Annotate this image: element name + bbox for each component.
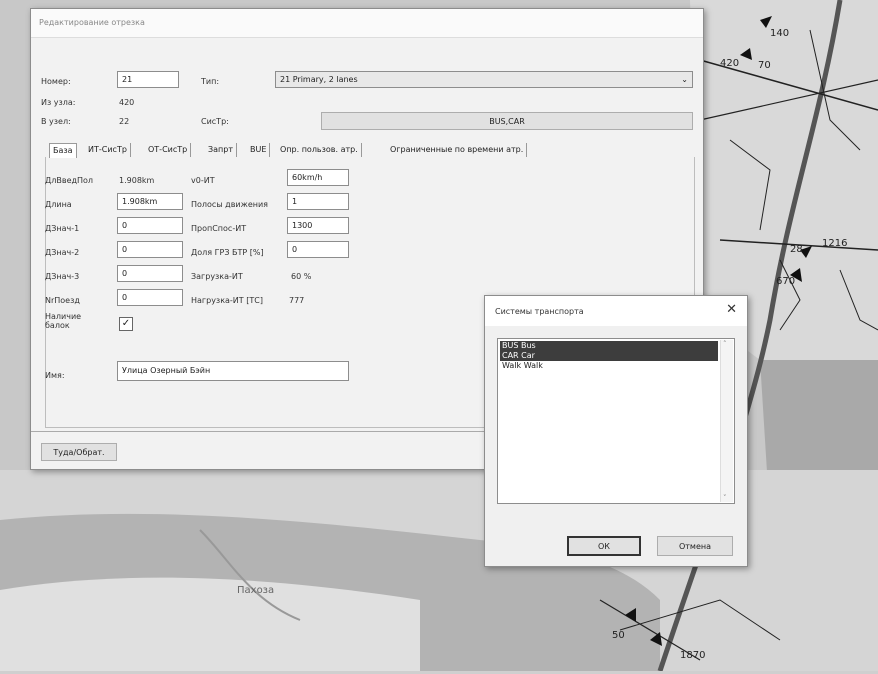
map-river-bank: [0, 577, 420, 671]
map-node-label: 1870: [680, 650, 706, 661]
addval1-field[interactable]: 0: [117, 217, 183, 234]
load-it-value: 60 %: [291, 272, 312, 281]
v0-it-label: v0-ИТ: [191, 176, 215, 185]
scroll-down-icon[interactable]: ˅: [723, 494, 727, 502]
tab-it-systr[interactable]: ИТ-СисТр: [85, 143, 131, 157]
capacity-field[interactable]: 1300: [287, 217, 349, 234]
type-select-value: 21 Primary, 2 lanes: [280, 75, 358, 84]
ok-button[interactable]: ОК: [567, 536, 641, 556]
addval3-field[interactable]: 0: [117, 265, 183, 282]
chevron-down-icon: ⌄: [681, 75, 688, 84]
list-item-bus[interactable]: BUS Bus: [500, 341, 718, 351]
share-field[interactable]: 0: [287, 241, 349, 258]
type-label: Тип:: [201, 77, 220, 86]
map-node-label: 670: [776, 276, 796, 287]
capacity-label: ПропСпос-ИТ: [191, 224, 247, 233]
load-it-label: Загрузка-ИТ: [191, 272, 243, 281]
number-field[interactable]: 21: [117, 71, 179, 88]
lanes-field[interactable]: 1: [287, 193, 349, 210]
addval2-field[interactable]: 0: [117, 241, 183, 258]
map-place-label: Пахоза: [237, 585, 275, 596]
list-item-walk[interactable]: Walk Walk: [500, 361, 718, 371]
to-node-label: В узел:: [41, 117, 71, 126]
type-select[interactable]: 21 Primary, 2 lanes ⌄: [275, 71, 693, 88]
systr-label: СисТр:: [201, 117, 229, 126]
map-node-label: 1216: [822, 238, 848, 249]
dialog-title: Системы транспорта: [495, 307, 584, 316]
addval2-label: ДЗнач-2: [45, 248, 80, 257]
addval1-label: ДЗнач-1: [45, 224, 80, 233]
addval3-label: ДЗнач-3: [45, 272, 80, 281]
back-forward-button[interactable]: Туда/Обрат.: [41, 443, 117, 461]
map-node-label: 50: [612, 630, 625, 641]
tab-bue[interactable]: BUE: [247, 143, 271, 157]
list-item-car[interactable]: CAR Car: [500, 351, 718, 361]
tab-ot-systr[interactable]: ОТ-СисТр: [145, 143, 192, 157]
train-number-field[interactable]: 0: [117, 289, 183, 306]
from-node-value: 420: [119, 98, 135, 107]
cancel-button[interactable]: Отмена: [657, 536, 733, 556]
name-label: Имя:: [45, 371, 65, 380]
link-length-input-label: ДлВведПол: [45, 176, 94, 185]
map-node-label: 140: [770, 28, 790, 39]
tab-user-attributes[interactable]: Опр. пользов. атр.: [277, 143, 362, 157]
window-titlebar[interactable]: Редактирование отрезка: [31, 9, 703, 38]
length-field[interactable]: 1.908km: [117, 193, 183, 210]
volume-it-label: Нагрузка-ИТ [ТС]: [191, 296, 263, 305]
name-field[interactable]: Улица Озерный Бэйн: [117, 361, 349, 381]
listbox-scrollbar[interactable]: ˄ ˅: [720, 340, 733, 502]
lanes-label: Полосы движения: [191, 200, 268, 209]
has-beams-checkbox[interactable]: ✓: [119, 317, 133, 331]
from-node-label: Из узла:: [41, 98, 76, 107]
to-node-value: 22: [119, 117, 130, 126]
tab-restrictions[interactable]: Запрт: [205, 143, 237, 157]
scroll-up-icon[interactable]: ˄: [723, 340, 727, 348]
v0-it-field[interactable]: 60km/h: [287, 169, 349, 186]
link-length-input-value: 1.908km: [119, 176, 155, 185]
map-node-label: 70: [758, 60, 771, 71]
volume-it-value: 777: [289, 296, 305, 305]
transport-systems-listbox[interactable]: BUS Bus CAR Car Walk Walk ˄ ˅: [497, 338, 735, 504]
checkmark-icon: ✓: [121, 318, 131, 329]
systr-button[interactable]: BUS,CAR: [321, 112, 693, 130]
close-icon[interactable]: ✕: [726, 302, 737, 317]
train-number-label: NrПоезд: [45, 296, 80, 305]
tab-bar: База ИТ-СисТр ОТ-СисТр Запрт BUE Опр. по…: [49, 143, 699, 158]
map-node-label: 420: [720, 58, 740, 69]
map-node-label: 28: [790, 244, 803, 255]
tab-time-attributes[interactable]: Ограниченные по времени атр.: [387, 143, 528, 157]
tab-base[interactable]: База: [49, 143, 77, 158]
share-label: Доля ГРЗ БТР [%]: [191, 248, 264, 257]
window-title: Редактирование отрезка: [39, 18, 145, 27]
has-beams-label: Наличие балок: [45, 312, 82, 330]
length-label: Длина: [45, 200, 72, 209]
transport-systems-dialog: Системы транспорта ✕ BUS Bus CAR Car Wal…: [484, 295, 748, 567]
dialog-titlebar[interactable]: Системы транспорта ✕: [485, 296, 747, 326]
number-label: Номер:: [41, 77, 71, 86]
